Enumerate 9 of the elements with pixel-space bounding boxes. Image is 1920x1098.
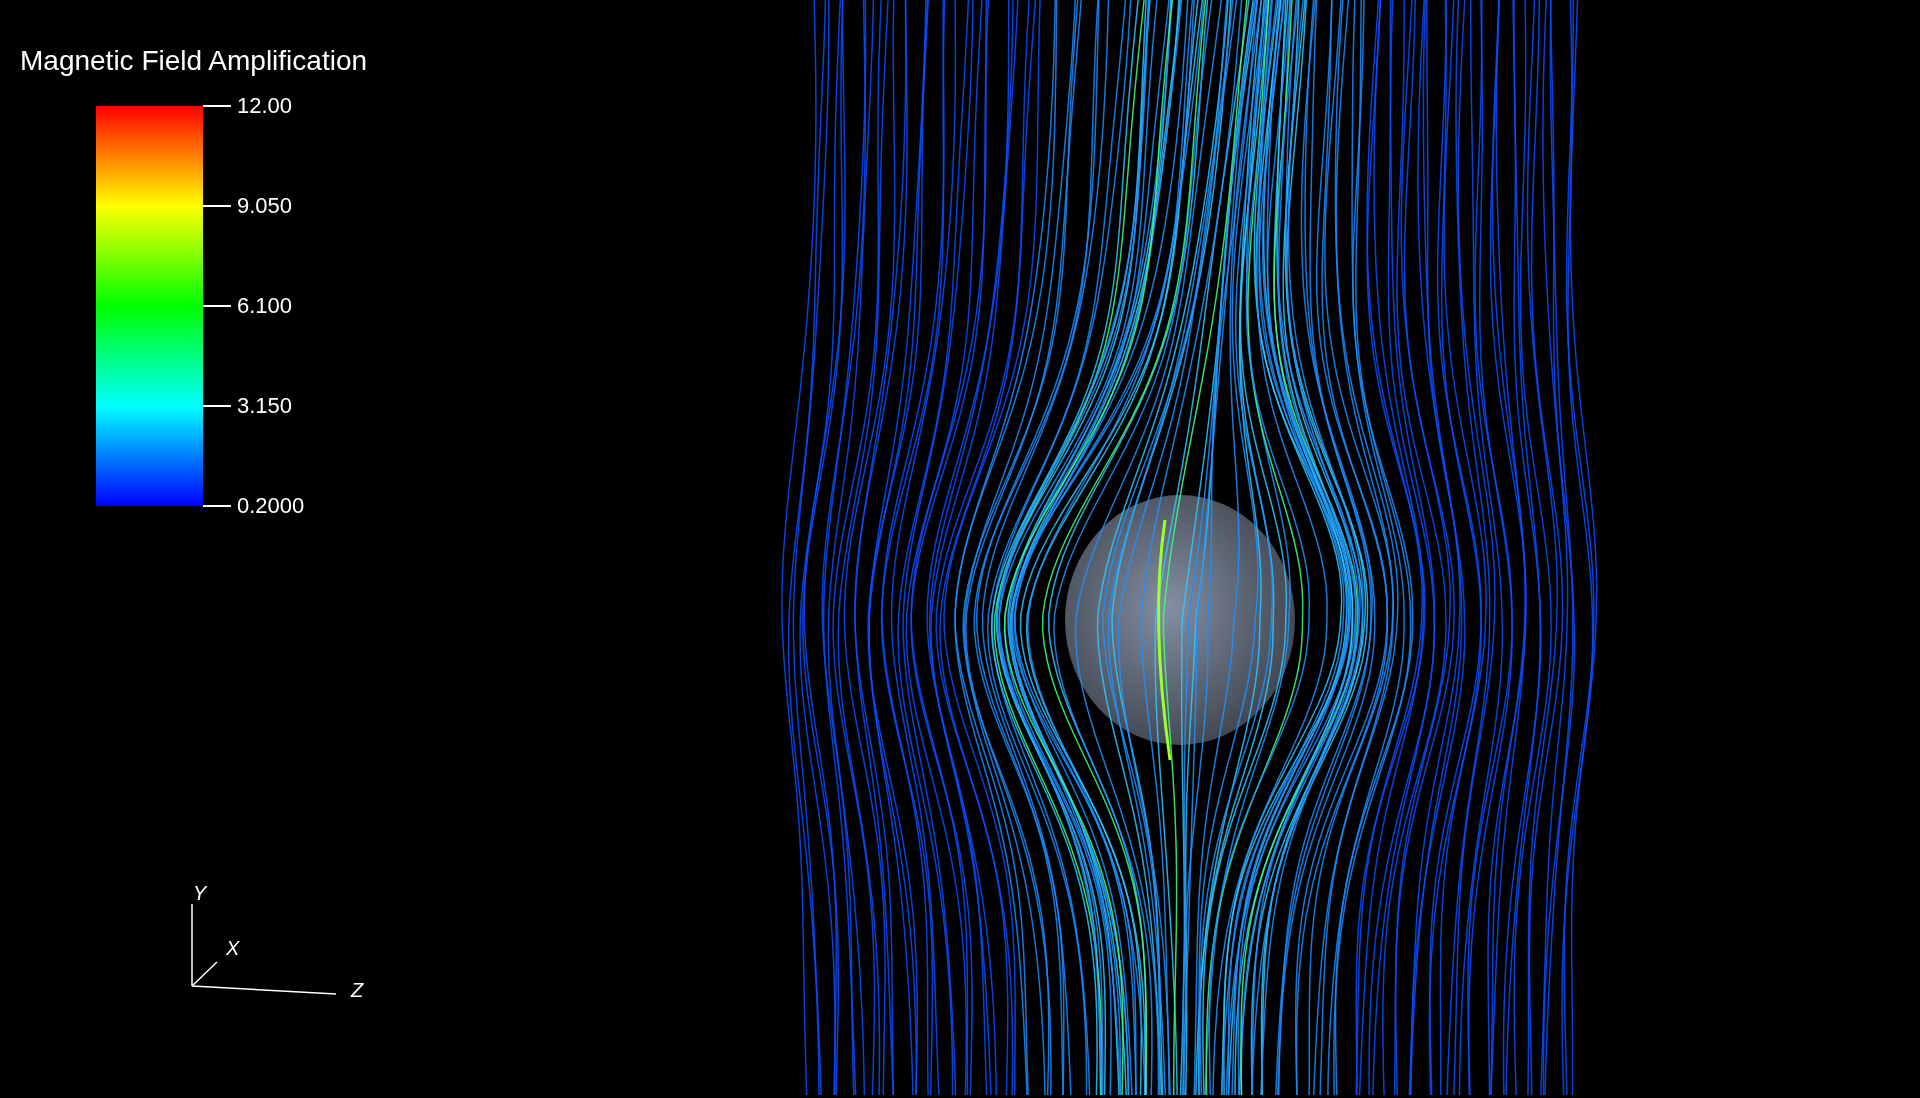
- y-axis-label: Y: [193, 882, 207, 904]
- scale-tick-label: 6.100: [237, 293, 293, 319]
- scale-tick-label: 0.2000: [237, 493, 305, 519]
- scale-tick-label: 3.150: [237, 393, 293, 419]
- scale-tick-label: 9.050: [237, 193, 293, 219]
- x-axis-label: X: [226, 937, 240, 959]
- scale-tick-label: 12.00: [237, 93, 293, 119]
- legend-title: Magnetic Field Amplification: [20, 44, 368, 78]
- z-axis-label: Z: [351, 979, 364, 1001]
